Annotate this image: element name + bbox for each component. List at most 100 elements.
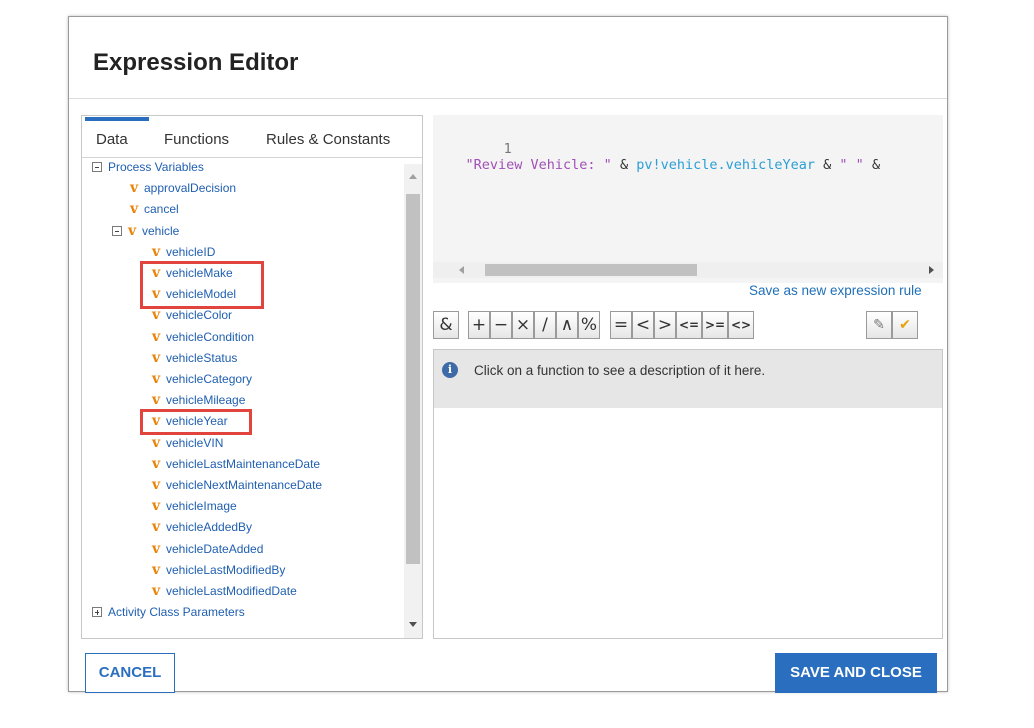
tree-item-approvaldecision[interactable]: v approvalDecision <box>130 179 236 197</box>
code-line[interactable]: 1 "Review Vehicle: " & pv!vehicle.vehicl… <box>433 125 881 173</box>
operator-multiply-button[interactable]: × <box>512 311 534 339</box>
hscroll-thumb[interactable] <box>485 264 697 276</box>
browser-tabs: Data Functions Rules & Constants <box>82 116 422 158</box>
tab-functions[interactable]: Functions <box>164 131 229 148</box>
active-tab-indicator <box>85 117 149 121</box>
dialog-title: Expression Editor <box>93 49 299 76</box>
magic-wand-icon[interactable]: ✎ <box>866 311 892 339</box>
tree-item-label: vehicleNextMaintenanceDate <box>166 478 323 492</box>
operator-percent-button[interactable]: % <box>578 311 600 339</box>
tree-item-label: vehicleLastModifiedBy <box>166 562 286 577</box>
variables-tree: Process Variables v approvalDecision v cance… <box>82 158 404 638</box>
collapse-icon[interactable] <box>112 225 122 236</box>
description-bar: i Click on a function to see a descripti… <box>434 350 942 408</box>
code-token-ref: pv!vehicle.vehicleYear <box>636 157 816 173</box>
code-horizontal-scrollbar[interactable] <box>433 260 943 280</box>
scroll-thumb[interactable] <box>406 194 420 564</box>
tree-scrollbar[interactable] <box>404 164 422 638</box>
scroll-left-icon[interactable] <box>459 266 464 274</box>
operator-greater-than-button[interactable]: > <box>654 311 676 339</box>
variable-icon: v <box>152 519 161 536</box>
scroll-up-icon[interactable] <box>409 174 417 179</box>
tree-group-label: Process Variables <box>108 160 204 174</box>
variable-icon: v <box>152 477 161 493</box>
tree-item-label: vehicleID <box>166 244 216 259</box>
operator-divide-button[interactable]: / <box>534 311 556 339</box>
tree-item-label: vehicleLastModifiedDate <box>166 584 297 598</box>
collapse-icon[interactable] <box>92 162 102 172</box>
code-token-op: & <box>815 157 840 173</box>
variable-icon: v <box>130 180 139 197</box>
tree-item-label: approvalDecision <box>144 181 237 196</box>
variable-icon: v <box>152 561 161 578</box>
expand-icon[interactable] <box>92 607 102 618</box>
tree-item-vehiclelastmodifiedby[interactable]: v vehicleLastModifiedBy <box>152 561 285 579</box>
expression-code-editor[interactable]: 1 "Review Vehicle: " & pv!vehicle.vehicl… <box>433 115 943 283</box>
data-browser-panel: Data Functions Rules & Constants Process… <box>81 115 423 639</box>
tree-item-vehicledateadded[interactable]: v vehicleDateAdded <box>152 540 263 558</box>
code-token-op: & <box>611 157 637 173</box>
scroll-down-icon[interactable] <box>409 622 417 627</box>
tree-item-label: vehicleImage <box>166 499 237 514</box>
tree-item-vehiclenextmaintenancedate[interactable]: v vehicleNextMaintenanceDate <box>152 476 322 494</box>
line-number: 1 <box>503 141 512 157</box>
variable-icon: v <box>152 328 161 345</box>
tree-item-vehiclevin[interactable]: v vehicleVIN <box>152 434 223 452</box>
tree-item-vehiclemileage[interactable]: v vehicleMileage <box>152 391 245 409</box>
save-and-close-button[interactable]: SAVE AND CLOSE <box>775 653 937 693</box>
tree-item-label: vehicleMileage <box>166 393 246 408</box>
variable-icon: v <box>152 349 161 366</box>
tree-item-label: vehicleStatus <box>166 350 238 365</box>
tree-item-label: vehicleVIN <box>166 435 224 450</box>
tree-item-vehicle[interactable]: v vehicle <box>112 222 179 240</box>
operator-not-equal-button[interactable]: <> <box>728 311 754 339</box>
variable-icon: v <box>152 434 161 451</box>
tab-data[interactable]: Data <box>96 131 128 148</box>
checkmark-icon[interactable]: ✔ <box>892 311 918 339</box>
tree-item-label: vehicleAddedBy <box>166 520 253 535</box>
tree-item-vehiclecategory[interactable]: v vehicleCategory <box>152 370 252 388</box>
tree-item-vehiclelastmodifieddate[interactable]: v vehicleLastModifiedDate <box>152 582 297 600</box>
tree-item-vehiclestatus[interactable]: v vehicleStatus <box>152 349 237 367</box>
operator-equals-button[interactable]: = <box>610 311 632 339</box>
operator-concat-button[interactable]: & <box>433 311 459 339</box>
tree-item-label: cancel <box>144 202 179 217</box>
highlight-box-year <box>140 409 252 435</box>
tree-item-label: vehicleLastMaintenanceDate <box>166 456 321 471</box>
operator-less-equal-button[interactable]: <= <box>676 311 702 339</box>
tree-group-process-variables[interactable]: Process Variables <box>92 158 204 176</box>
variable-icon: v <box>128 222 137 239</box>
tree-item-vehicleimage[interactable]: v vehicleImage <box>152 497 237 515</box>
cancel-button[interactable]: CANCEL <box>85 653 175 693</box>
operator-minus-button[interactable]: − <box>490 311 512 339</box>
info-icon: i <box>442 362 458 378</box>
tree-item-label: vehicleDateAdded <box>166 541 264 556</box>
tree-item-vehicleid[interactable]: v vehicleID <box>152 243 215 261</box>
operator-less-than-button[interactable]: < <box>632 311 654 339</box>
operator-plus-button[interactable]: + <box>468 311 490 339</box>
highlight-box-make-model <box>140 261 264 310</box>
code-token-string: " " <box>839 157 864 173</box>
variable-icon: v <box>152 371 161 387</box>
tab-rules-constants[interactable]: Rules & Constants <box>266 131 390 148</box>
variable-icon: v <box>152 392 161 409</box>
description-text: Click on a function to see a description… <box>474 363 766 378</box>
tree-item-cancel[interactable]: v cancel <box>130 200 179 218</box>
tree-group-activity-class-parameters[interactable]: Activity Class Parameters <box>92 603 245 621</box>
variable-icon: v <box>152 540 161 557</box>
tree-item-vehiclecondition[interactable]: v vehicleCondition <box>152 328 254 346</box>
operator-greater-equal-button[interactable]: >= <box>702 311 728 339</box>
variable-icon: v <box>152 583 161 599</box>
expression-editor-dialog: Expression Editor Data Functions Rules &… <box>68 16 948 693</box>
scroll-right-icon[interactable] <box>929 266 934 274</box>
save-as-rule-link[interactable]: Save as new expression rule <box>749 283 922 298</box>
code-token-op: & <box>863 157 881 173</box>
operator-power-button[interactable]: ∧ <box>556 311 578 339</box>
variable-icon: v <box>130 201 139 218</box>
tree-item-vehiclelastmaintenancedate[interactable]: v vehicleLastMaintenanceDate <box>152 455 320 473</box>
variable-icon: v <box>152 455 161 472</box>
description-panel: i Click on a function to see a descripti… <box>433 349 943 639</box>
code-token-string: "Review Vehicle: " <box>465 157 612 173</box>
tree-item-vehicleaddedby[interactable]: v vehicleAddedBy <box>152 518 252 536</box>
dialog-header: Expression Editor <box>69 17 947 99</box>
